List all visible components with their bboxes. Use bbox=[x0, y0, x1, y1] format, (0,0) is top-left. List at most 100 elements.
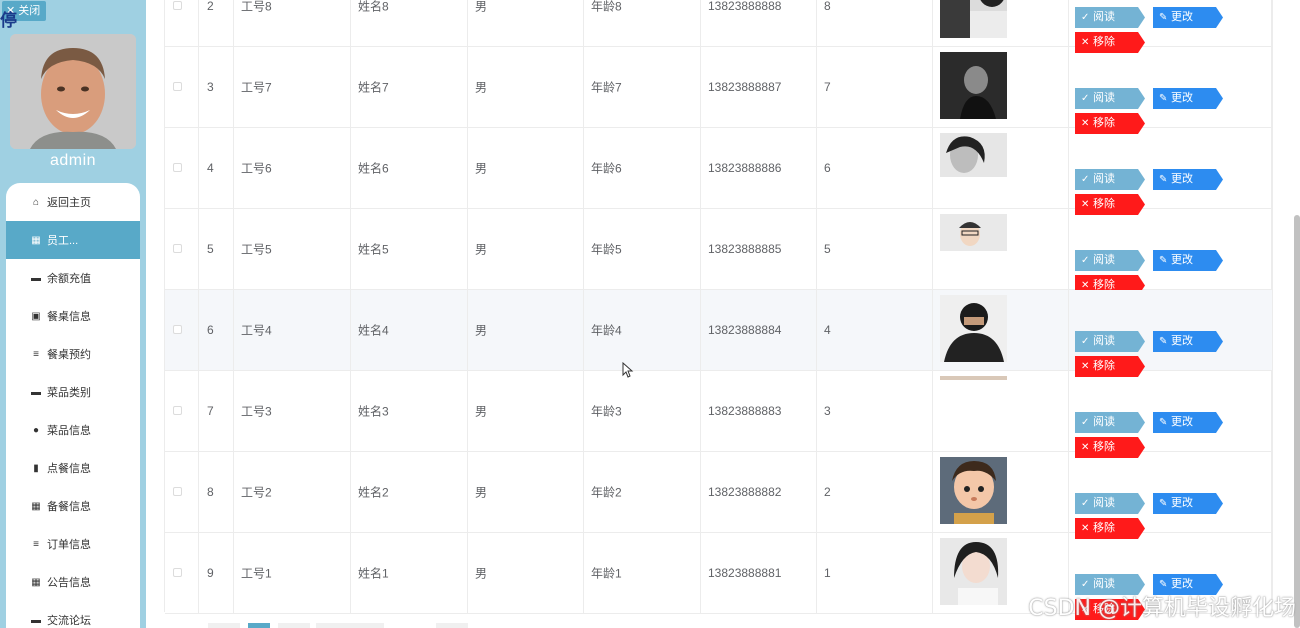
edit-button-label: 更改 bbox=[1171, 578, 1193, 590]
cell-age: 年龄2 bbox=[591, 485, 622, 500]
cell-index: 9 bbox=[207, 566, 214, 580]
table-cell: 年龄8 bbox=[584, 0, 701, 46]
sidebar-item[interactable]: ▬ 菜品类别 bbox=[6, 373, 140, 411]
sidebar-item[interactable]: ⌂ 返回主页 bbox=[6, 183, 140, 221]
table-cell: 2 bbox=[817, 452, 933, 532]
edit-button-label: 更改 bbox=[1171, 11, 1193, 23]
table-cell: 13823888888 bbox=[701, 0, 817, 46]
read-button[interactable]: ✓ 阅读 bbox=[1075, 493, 1145, 514]
edit-button[interactable]: ✎ 更改 bbox=[1153, 493, 1223, 514]
table-cell: 7 bbox=[817, 47, 933, 127]
row-checkbox[interactable] bbox=[173, 568, 182, 577]
scrollbar[interactable] bbox=[1294, 215, 1300, 628]
read-button[interactable]: ✓ 阅读 bbox=[1075, 7, 1145, 28]
sidebar-item[interactable]: ≡ 餐桌预约 bbox=[6, 335, 140, 373]
table-cell: 姓名4 bbox=[351, 290, 468, 370]
edit-button[interactable]: ✎ 更改 bbox=[1153, 88, 1223, 109]
sidebar-item[interactable]: ▬ 余额充值 bbox=[6, 259, 140, 297]
table-cell bbox=[933, 0, 1069, 46]
cell-num: 4 bbox=[824, 323, 831, 337]
table-row: 3 工号7 姓名7 男年龄7 13823888887 7 ✓ 阅读 ✎ 更改 ✕ 移除 bbox=[165, 47, 1273, 134]
table-cell: 13823888885 bbox=[701, 209, 817, 289]
sidebar-item[interactable]: ● 菜品信息 bbox=[6, 411, 140, 449]
table-cell bbox=[165, 290, 199, 370]
row-checkbox[interactable] bbox=[173, 406, 182, 415]
cell-phone: 13823888884 bbox=[708, 323, 782, 337]
cell-gender: 男 bbox=[475, 80, 488, 95]
table-cell: 13823888886 bbox=[701, 128, 817, 208]
photo-image-icon bbox=[940, 376, 1007, 380]
row-checkbox[interactable] bbox=[173, 1, 182, 10]
table-cell: 1 bbox=[817, 533, 933, 613]
sidebar-menu: ⌂ 返回主页 ▦ 员工... ▬ 余额充值 ▣ 餐桌信息 ≡ 餐桌预约 ▬ 菜品类别 ● 菜品信息 ▮ 点餐信… bbox=[6, 183, 140, 628]
table-cell: 姓名5 bbox=[351, 209, 468, 289]
close-label: 关闭 bbox=[18, 5, 41, 17]
table-cell: 姓名3 bbox=[351, 371, 468, 451]
edit-icon: ✎ bbox=[1159, 498, 1168, 509]
cell-gender: 男 bbox=[475, 485, 488, 500]
read-button[interactable]: ✓ 阅读 bbox=[1075, 412, 1145, 433]
sidebar-item-label: 公告信息 bbox=[47, 577, 91, 589]
table-row: 5 工号5 姓名5 男年龄5 13823888885 5 ✓ 阅读 ✎ 更改 ✕ 移除 bbox=[165, 209, 1273, 296]
table-cell bbox=[165, 452, 199, 532]
sidebar-item-label: 菜品信息 bbox=[47, 425, 91, 437]
read-button[interactable]: ✓ 阅读 bbox=[1075, 88, 1145, 109]
table-cell: 姓名8 bbox=[351, 0, 468, 46]
check-icon: ✓ bbox=[1081, 12, 1090, 23]
thumb-icon: ▮ bbox=[33, 462, 39, 474]
read-button[interactable]: ✓ 阅读 bbox=[1075, 331, 1145, 352]
table-cell: 工号4 bbox=[234, 290, 351, 370]
check-icon: ✓ bbox=[1081, 174, 1090, 185]
row-checkbox[interactable] bbox=[173, 325, 182, 334]
table-cell: 13823888882 bbox=[701, 452, 817, 532]
sidebar-item[interactable]: ▦ 备餐信息 bbox=[6, 487, 140, 525]
row-checkbox[interactable] bbox=[173, 82, 182, 91]
edit-button[interactable]: ✎ 更改 bbox=[1153, 169, 1223, 190]
read-button-label: 阅读 bbox=[1093, 578, 1115, 590]
read-button[interactable]: ✓ 阅读 bbox=[1075, 169, 1145, 190]
cell-gender: 男 bbox=[475, 404, 488, 419]
sidebar-item[interactable]: ▬ 交流论坛 bbox=[6, 601, 140, 628]
cell-gender: 男 bbox=[475, 0, 488, 14]
table-cell: 男 bbox=[468, 0, 584, 46]
row-checkbox[interactable] bbox=[173, 487, 182, 496]
table-cell: 3 bbox=[817, 371, 933, 451]
edit-button[interactable]: ✎ 更改 bbox=[1153, 412, 1223, 433]
edit-button-label: 更改 bbox=[1171, 254, 1193, 266]
edit-icon: ✎ bbox=[1159, 336, 1168, 347]
row-checkbox[interactable] bbox=[173, 163, 182, 172]
username: admin bbox=[49, 152, 97, 169]
table-cell: 4 bbox=[199, 128, 234, 208]
sidebar-item[interactable]: ▣ 餐桌信息 bbox=[6, 297, 140, 335]
sidebar-item[interactable]: ▦ 公告信息 bbox=[6, 563, 140, 601]
sidebar-item[interactable]: ≡ 订单信息 bbox=[6, 525, 140, 563]
sidebar-item-label: 菜品类别 bbox=[47, 387, 91, 399]
table-cell: ✓ 阅读 ✎ 更改 ✕ 移除 bbox=[1069, 128, 1273, 215]
table-cell: 姓名1 bbox=[351, 533, 468, 613]
row-checkbox[interactable] bbox=[173, 244, 182, 253]
table-cell: 工号3 bbox=[234, 371, 351, 451]
sidebar-item[interactable]: ▦ 员工... bbox=[6, 221, 140, 259]
sidebar-item-label: 员工... bbox=[47, 235, 79, 247]
edit-button[interactable]: ✎ 更改 bbox=[1153, 250, 1223, 271]
watermark: CSDN @计算机毕设孵化场 bbox=[1028, 596, 1296, 621]
cell-index: 6 bbox=[207, 323, 214, 337]
table-cell: 男 bbox=[468, 290, 584, 370]
cell-num: 2 bbox=[824, 485, 831, 499]
read-button[interactable]: ✓ 阅读 bbox=[1075, 250, 1145, 271]
read-button-label: 阅读 bbox=[1093, 92, 1115, 104]
edit-button[interactable]: ✎ 更改 bbox=[1153, 7, 1223, 28]
sidebar-item[interactable]: ▮ 点餐信息 bbox=[6, 449, 140, 487]
grid-icon: ▦ bbox=[31, 234, 41, 246]
edit-button[interactable]: ✎ 更改 bbox=[1153, 331, 1223, 352]
photo-image-icon bbox=[940, 457, 1007, 524]
table-cell: 6 bbox=[199, 290, 234, 370]
table-cell: 4 bbox=[817, 290, 933, 370]
sidebar-item-label: 备餐信息 bbox=[47, 501, 91, 513]
pagination[interactable] bbox=[208, 623, 488, 628]
cell-emp-no: 工号5 bbox=[241, 242, 272, 257]
home-icon: ⌂ bbox=[32, 196, 40, 208]
location-icon: ● bbox=[32, 424, 40, 436]
table-row: 8 工号2 姓名2 男年龄2 13823888882 2 ✓ 阅读 ✎ 更改 ✕ 移除 bbox=[165, 452, 1273, 539]
cell-age: 年龄5 bbox=[591, 242, 622, 257]
